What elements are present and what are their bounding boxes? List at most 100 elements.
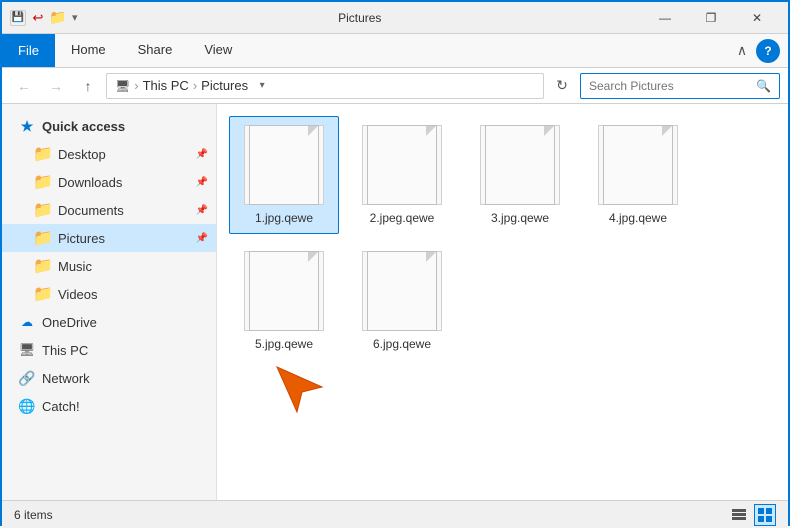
share-tab[interactable]: Share [122, 34, 189, 67]
file-item-3[interactable]: 3.jpg.qewe [465, 116, 575, 234]
path-pictures[interactable]: Pictures [201, 78, 248, 93]
thispc-icon: 🖥 [18, 341, 36, 359]
icon-view-button[interactable] [754, 504, 776, 526]
onedrive-icon: ☁ [18, 313, 36, 331]
sidebar-item-network[interactable]: 🔗 Network [2, 364, 216, 392]
close-button[interactable]: ✕ [734, 2, 780, 34]
minimize-button[interactable]: — [642, 2, 688, 34]
videos-label: Videos [58, 287, 98, 302]
sidebar-item-thispc[interactable]: 🖥 This PC [2, 336, 216, 364]
music-label: Music [58, 259, 92, 274]
forward-button[interactable]: → [42, 72, 70, 100]
title-bar: 💾 ↩ 📁 ▾ Pictures — ❐ ✕ [2, 2, 788, 34]
folder-icon: 📁 [50, 10, 66, 26]
file-inner-4 [603, 125, 673, 205]
sidebar-item-pictures[interactable]: 📁 Pictures 📌 [2, 224, 216, 252]
search-input[interactable] [589, 79, 752, 93]
help-button[interactable]: ? [756, 39, 780, 63]
pin-icon: 📌 [196, 149, 208, 160]
path-sep2: › [193, 78, 197, 93]
file-name-5: 5.jpg.qewe [255, 337, 313, 351]
file-corner-4 [662, 126, 672, 136]
file-corner-5 [308, 252, 318, 262]
view-controls [728, 504, 776, 526]
file-item-4[interactable]: 4.jpg.qewe [583, 116, 693, 234]
ribbon: File Home Share View ∧ ? [2, 34, 788, 68]
sidebar: ★ Quick access 📁 Desktop 📌 📁 Downloads 📌… [2, 104, 217, 500]
file-inner-6 [367, 251, 437, 331]
network-icon: 🔗 [18, 369, 36, 387]
search-box[interactable]: 🔍 [580, 73, 780, 99]
path-icon: 🖥 [115, 79, 130, 93]
quick-access-label: Quick access [42, 119, 125, 134]
file-corner-6 [426, 252, 436, 262]
sidebar-item-music[interactable]: 📁 Music [2, 252, 216, 280]
ribbon-right: ∧ ? [732, 34, 788, 67]
arrow-overlay [267, 357, 347, 440]
address-bar: ← → ↑ 🖥 › This PC › Pictures ▾ ↻ 🔍 [2, 68, 788, 104]
file-icon-2 [362, 125, 442, 205]
window-controls: — ❐ ✕ [642, 2, 780, 34]
file-corner-1 [308, 126, 318, 136]
videos-folder-icon: 📁 [34, 285, 52, 303]
pin-icon-pictures: 📌 [196, 233, 208, 244]
file-icon-3 [480, 125, 560, 205]
save-icon[interactable]: 💾 [10, 10, 26, 26]
sidebar-item-documents[interactable]: 📁 Documents 📌 [2, 196, 216, 224]
pin-icon-documents: 📌 [196, 205, 208, 216]
search-icon[interactable]: 🔍 [756, 79, 771, 93]
back-button[interactable]: ← [10, 72, 38, 100]
file-inner-1 [249, 125, 319, 205]
file-name-1: 1.jpg.qewe [255, 211, 313, 225]
path-thispc[interactable]: This PC [143, 78, 189, 93]
documents-folder-icon: 📁 [34, 201, 52, 219]
file-item-6[interactable]: 6.jpg.qewe [347, 242, 457, 360]
file-icon-6 [362, 251, 442, 331]
file-name-2: 2.jpeg.qewe [370, 211, 435, 225]
ribbon-tabs: Home Share View [55, 34, 248, 67]
file-item-2[interactable]: 2.jpeg.qewe [347, 116, 457, 234]
address-path[interactable]: 🖥 › This PC › Pictures ▾ [106, 73, 544, 99]
ribbon-collapse-icon[interactable]: ∧ [732, 41, 752, 61]
file-tab[interactable]: File [2, 34, 55, 67]
content-area: 1.jpg.qewe 2.jpeg.qewe 3.jpg.qewe [217, 104, 788, 500]
sidebar-item-quick-access[interactable]: ★ Quick access [2, 112, 216, 140]
pictures-label: Pictures [58, 231, 105, 246]
file-name-4: 4.jpg.qewe [609, 211, 667, 225]
file-inner-2 [367, 125, 437, 205]
sidebar-item-desktop[interactable]: 📁 Desktop 📌 [2, 140, 216, 168]
home-tab[interactable]: Home [55, 34, 122, 67]
main-layout: ★ Quick access 📁 Desktop 📌 📁 Downloads 📌… [2, 104, 788, 500]
file-inner-5 [249, 251, 319, 331]
file-item-1[interactable]: 1.jpg.qewe [229, 116, 339, 234]
sidebar-item-catch[interactable]: 🌐 Catch! [2, 392, 216, 420]
view-tab[interactable]: View [188, 34, 248, 67]
items-count: 6 items [14, 508, 53, 522]
thispc-label: This PC [42, 343, 88, 358]
pictures-folder-icon: 📁 [34, 229, 52, 247]
file-corner-3 [544, 126, 554, 136]
folder-icon: 📁 [34, 145, 52, 163]
pin-icon-downloads: 📌 [196, 177, 208, 188]
file-icon-4 [598, 125, 678, 205]
path-dropdown-icon[interactable]: ▾ [252, 73, 272, 99]
file-name-6: 6.jpg.qewe [373, 337, 431, 351]
maximize-button[interactable]: ❐ [688, 2, 734, 34]
file-icon-5 [244, 251, 324, 331]
sidebar-item-onedrive[interactable]: ☁ OneDrive [2, 308, 216, 336]
file-inner-3 [485, 125, 555, 205]
up-button[interactable]: ↑ [74, 72, 102, 100]
downloads-label: Downloads [58, 175, 122, 190]
star-icon: ★ [18, 117, 36, 135]
sidebar-item-videos[interactable]: 📁 Videos [2, 280, 216, 308]
network-label: Network [42, 371, 90, 386]
file-item-5[interactable]: 5.jpg.qewe [229, 242, 339, 360]
status-bar: 6 items [2, 500, 788, 528]
onedrive-label: OneDrive [42, 315, 97, 330]
details-view-button[interactable] [728, 504, 750, 526]
music-folder-icon: 📁 [34, 257, 52, 275]
undo-icon[interactable]: ↩ [30, 10, 46, 26]
sidebar-item-downloads[interactable]: 📁 Downloads 📌 [2, 168, 216, 196]
refresh-button[interactable]: ↻ [548, 72, 576, 100]
path-sep1: › [134, 78, 138, 93]
